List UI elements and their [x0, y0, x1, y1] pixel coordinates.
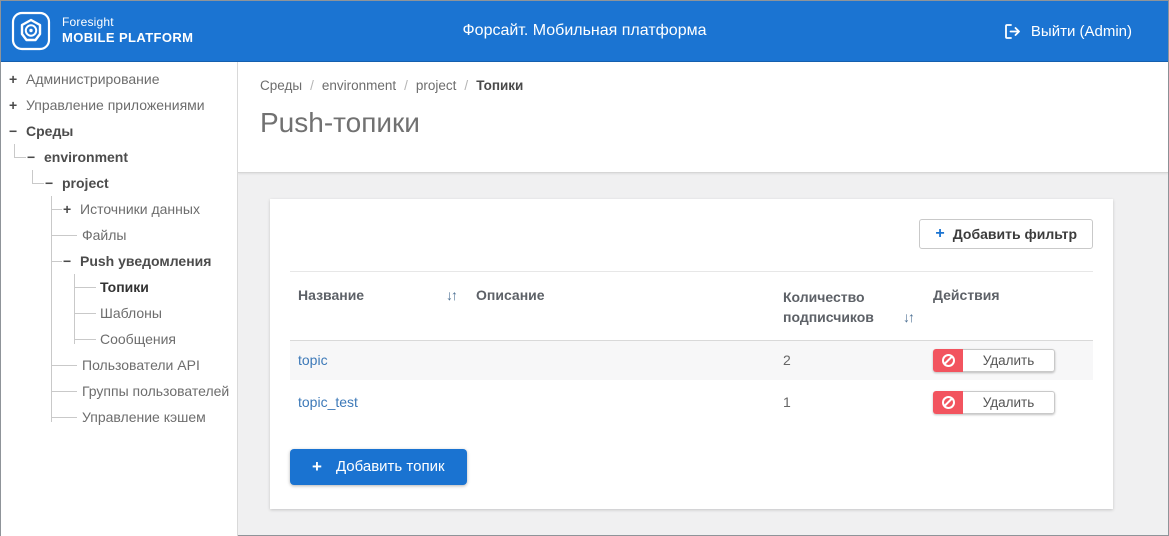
sort-icon[interactable]: ↓↑ — [897, 307, 917, 327]
logout-label: Выйти (Admin) — [1031, 23, 1132, 40]
column-header-name[interactable]: Название ↓↑ — [290, 272, 468, 340]
breadcrumb-separator: / — [310, 78, 314, 93]
sidebar-item-cache-management[interactable]: Управление кэшем — [1, 404, 237, 430]
ban-icon — [942, 354, 955, 367]
add-topic-button[interactable]: + Добавить топик — [290, 449, 467, 485]
sidebar-item-push-notifications[interactable]: −Push уведомления — [1, 248, 237, 274]
page-title: Push-топики — [260, 107, 1168, 139]
collapse-icon[interactable]: − — [45, 170, 62, 196]
app-logo[interactable]: Foresight MOBILE PLATFORM — [11, 11, 193, 51]
topic-description — [468, 394, 775, 410]
ban-icon — [942, 396, 955, 409]
sidebar-item-data-sources[interactable]: +Источники данных — [1, 196, 237, 222]
breadcrumb: Среды / environment / project / Топики — [260, 78, 1168, 93]
plus-icon: + — [935, 225, 944, 243]
breadcrumb-topics: Топики — [476, 78, 523, 93]
sidebar-item-environments[interactable]: −Среды — [1, 118, 237, 144]
sidebar-item-templates[interactable]: Шаблоны — [1, 300, 237, 326]
expand-icon[interactable]: + — [63, 196, 80, 222]
sidebar-item-api-users[interactable]: Пользователи API — [1, 352, 237, 378]
expand-icon[interactable]: + — [9, 92, 26, 118]
topics-card: + Добавить фильтр Название ↓↑ Описание — [270, 199, 1113, 509]
topic-link[interactable]: topic_test — [298, 394, 358, 410]
breadcrumb-separator: / — [404, 78, 408, 93]
topic-description — [468, 352, 775, 368]
sidebar-item-user-groups[interactable]: Группы пользователей — [1, 378, 237, 404]
table-row: topic 2 Удалить — [290, 341, 1093, 383]
column-header-description: Описание — [468, 272, 775, 340]
topic-link[interactable]: topic — [298, 352, 328, 368]
logout-button[interactable]: Выйти (Admin) — [1004, 23, 1132, 40]
collapse-icon[interactable]: − — [9, 118, 26, 144]
app-header: Foresight MOBILE PLATFORM Форсайт. Мобил… — [1, 1, 1168, 62]
sidebar-item-administration[interactable]: +Администрирование — [1, 66, 237, 92]
table-row: topic_test 1 Удалить — [290, 383, 1093, 425]
sidebar-item-topics[interactable]: Топики — [1, 274, 237, 300]
topics-table: Название ↓↑ Описание Количество подписчи… — [290, 271, 1093, 425]
topic-subscriber-count: 1 — [775, 386, 925, 418]
delete-topic-button[interactable]: Удалить — [933, 391, 1055, 414]
logout-icon — [1004, 23, 1021, 40]
collapse-icon[interactable]: − — [27, 144, 44, 170]
delete-topic-button[interactable]: Удалить — [933, 349, 1055, 372]
sidebar-item-files[interactable]: Файлы — [1, 222, 237, 248]
breadcrumb-environment[interactable]: environment — [322, 78, 396, 93]
sidebar-item-messages[interactable]: Сообщения — [1, 326, 237, 352]
brand-product: MOBILE PLATFORM — [62, 30, 193, 46]
table-header-row: Название ↓↑ Описание Количество подписчи… — [290, 272, 1093, 341]
column-header-actions: Действия — [925, 272, 1093, 340]
foresight-logo-icon — [11, 11, 51, 51]
breadcrumb-project[interactable]: project — [416, 78, 457, 93]
add-filter-button[interactable]: + Добавить фильтр — [919, 219, 1093, 249]
sidebar-tree: +Администрирование +Управление приложени… — [1, 62, 238, 536]
sort-icon[interactable]: ↓↑ — [446, 287, 460, 303]
brand-name: Foresight — [62, 15, 193, 30]
expand-icon[interactable]: + — [9, 66, 26, 92]
column-header-subscribers[interactable]: Количество подписчиков ↓↑ — [775, 272, 925, 340]
breadcrumb-environments[interactable]: Среды — [260, 78, 302, 93]
breadcrumb-separator: / — [464, 78, 468, 93]
sidebar-item-environment[interactable]: −environment — [1, 144, 237, 170]
collapse-icon[interactable]: − — [63, 248, 80, 274]
sidebar-item-project[interactable]: −project — [1, 170, 237, 196]
plus-icon: + — [312, 457, 322, 477]
sidebar-item-app-management[interactable]: +Управление приложениями — [1, 92, 237, 118]
page-header: Среды / environment / project / Топики P… — [238, 62, 1168, 173]
topic-subscriber-count: 2 — [775, 344, 925, 376]
